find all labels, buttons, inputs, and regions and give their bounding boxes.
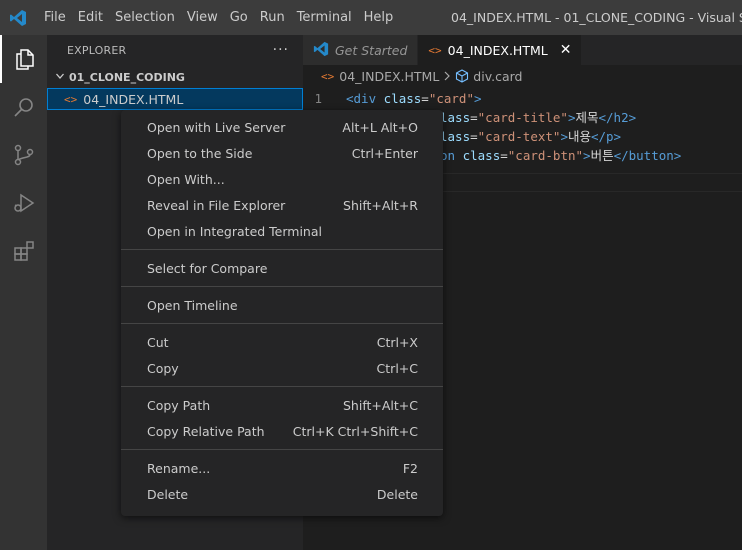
menu-separator xyxy=(121,249,443,250)
code-line: 1 <div class="card"> xyxy=(303,89,742,108)
menu-item-label: Open in Integrated Terminal xyxy=(147,223,322,239)
menu-file[interactable]: File xyxy=(38,10,72,25)
code-line: lass="card-text">내용</p> xyxy=(440,129,622,144)
menu-separator xyxy=(121,386,443,387)
menu-selection[interactable]: Selection xyxy=(109,10,181,25)
folder-row[interactable]: 01_CLONE_CODING xyxy=(47,66,303,88)
breadcrumb-symbol[interactable]: div.card xyxy=(473,69,522,84)
menu-item-shortcut: Delete xyxy=(376,486,418,502)
source-control-icon[interactable] xyxy=(0,131,47,179)
folder-name: 01_CLONE_CODING xyxy=(69,70,185,84)
menu-item-shortcut: Alt+L Alt+O xyxy=(342,119,418,135)
more-actions-icon[interactable]: ··· xyxy=(273,42,289,58)
tab-bar: Get Started <> 04_INDEX.HTML ✕ xyxy=(303,35,742,65)
menu-item-label: Copy xyxy=(147,360,179,376)
menu-item-label: Open with Live Server xyxy=(147,119,286,135)
breadcrumb: <> 04_INDEX.HTML div.card xyxy=(303,65,742,87)
menu-item-label: Copy Relative Path xyxy=(147,423,265,439)
menu-view[interactable]: View xyxy=(181,10,224,25)
menu-bar: File Edit Selection View Go Run Terminal… xyxy=(36,0,399,35)
menu-item-shortcut: Shift+Alt+C xyxy=(342,397,418,413)
menu-item-reveal-in-file-explorer[interactable]: Reveal in File Explorer Shift+Alt+R xyxy=(121,192,443,218)
menu-item-open-timeline[interactable]: Open Timeline xyxy=(121,292,443,318)
close-icon[interactable]: ✕ xyxy=(560,42,572,58)
activity-bar xyxy=(0,35,47,550)
context-menu: Open with Live Server Alt+L Alt+O Open to … xyxy=(121,110,443,516)
menu-item-label: Open to the Side xyxy=(147,145,253,161)
menu-item-label: Reveal in File Explorer xyxy=(147,197,286,213)
title-bar: File Edit Selection View Go Run Terminal… xyxy=(0,0,742,35)
vscode-tab-icon xyxy=(313,41,329,60)
menu-item-copy[interactable]: Copy Ctrl+C xyxy=(121,355,443,381)
html-file-icon: <> xyxy=(428,43,442,57)
menu-separator xyxy=(121,286,443,287)
menu-item-label: Open Timeline xyxy=(147,297,238,313)
line-number: 1 xyxy=(314,91,322,106)
menu-item-shortcut: Ctrl+X xyxy=(376,334,418,350)
menu-item-shortcut: Ctrl+Enter xyxy=(351,145,418,161)
menu-go[interactable]: Go xyxy=(224,10,254,25)
file-row-selected[interactable]: <> 04_INDEX.HTML xyxy=(47,88,303,110)
menu-item-copy-path[interactable]: Copy Path Shift+Alt+C xyxy=(121,392,443,418)
tab-label: 04_INDEX.HTML xyxy=(447,42,548,58)
menu-item-shortcut: F2 xyxy=(402,460,418,476)
menu-item-open-to-the-side[interactable]: Open to the Side Ctrl+Enter xyxy=(121,140,443,166)
chevron-down-icon xyxy=(53,71,67,84)
menu-item-label: Open With... xyxy=(147,171,225,187)
explorer-header: EXPLORER ··· xyxy=(47,35,303,65)
explorer-title: EXPLORER xyxy=(67,43,127,57)
code-line: lass="card-title">제목</h2> xyxy=(440,110,637,125)
menu-item-rename[interactable]: Rename... F2 xyxy=(121,455,443,481)
menu-item-select-for-compare[interactable]: Select for Compare xyxy=(121,255,443,281)
breadcrumb-file[interactable]: 04_INDEX.HTML xyxy=(339,69,439,84)
menu-separator xyxy=(121,449,443,450)
tab-label: Get Started xyxy=(335,42,408,58)
menu-help[interactable]: Help xyxy=(358,10,400,25)
menu-item-label: Copy Path xyxy=(147,397,211,413)
html-file-icon: <> xyxy=(321,69,335,83)
menu-item-label: Select for Compare xyxy=(147,260,268,276)
menu-item-label: Cut xyxy=(147,334,169,350)
menu-item-delete[interactable]: Delete Delete xyxy=(121,481,443,507)
menu-item-label: Rename... xyxy=(147,460,211,476)
menu-item-open-with-live-server[interactable]: Open with Live Server Alt+L Alt+O xyxy=(121,114,443,140)
menu-item-open-with[interactable]: Open With... xyxy=(121,166,443,192)
explorer-icon[interactable] xyxy=(0,35,47,83)
tab-get-started[interactable]: Get Started xyxy=(303,35,419,65)
chevron-right-icon xyxy=(443,69,451,84)
menu-item-open-in-integrated-terminal[interactable]: Open in Integrated Terminal xyxy=(121,218,443,244)
menu-terminal[interactable]: Terminal xyxy=(291,10,358,25)
menu-item-cut[interactable]: Cut Ctrl+X xyxy=(121,329,443,355)
window-title: 04_INDEX.HTML - 01_CLONE_CODING - Visual… xyxy=(451,10,742,25)
code-line: on class="card-btn">버튼</button> xyxy=(440,148,682,163)
menu-edit[interactable]: Edit xyxy=(72,10,109,25)
menu-separator xyxy=(121,323,443,324)
menu-item-shortcut: Shift+Alt+R xyxy=(343,197,418,213)
file-name: 04_INDEX.HTML xyxy=(83,91,184,107)
menu-item-shortcut: Ctrl+K Ctrl+Shift+C xyxy=(292,423,418,439)
search-icon[interactable] xyxy=(0,83,47,131)
tab-04-index-html[interactable]: <> 04_INDEX.HTML ✕ xyxy=(418,35,583,65)
run-debug-icon[interactable] xyxy=(0,179,47,227)
vscode-logo-icon xyxy=(0,0,36,35)
extensions-icon[interactable] xyxy=(0,227,47,275)
menu-item-copy-relative-path[interactable]: Copy Relative Path Ctrl+K Ctrl+Shift+C xyxy=(121,418,443,444)
html-file-icon: <> xyxy=(64,92,78,106)
symbol-class-icon xyxy=(455,69,469,83)
menu-item-shortcut: Ctrl+C xyxy=(376,360,418,376)
menu-item-label: Delete xyxy=(147,486,189,502)
menu-run[interactable]: Run xyxy=(254,10,291,25)
